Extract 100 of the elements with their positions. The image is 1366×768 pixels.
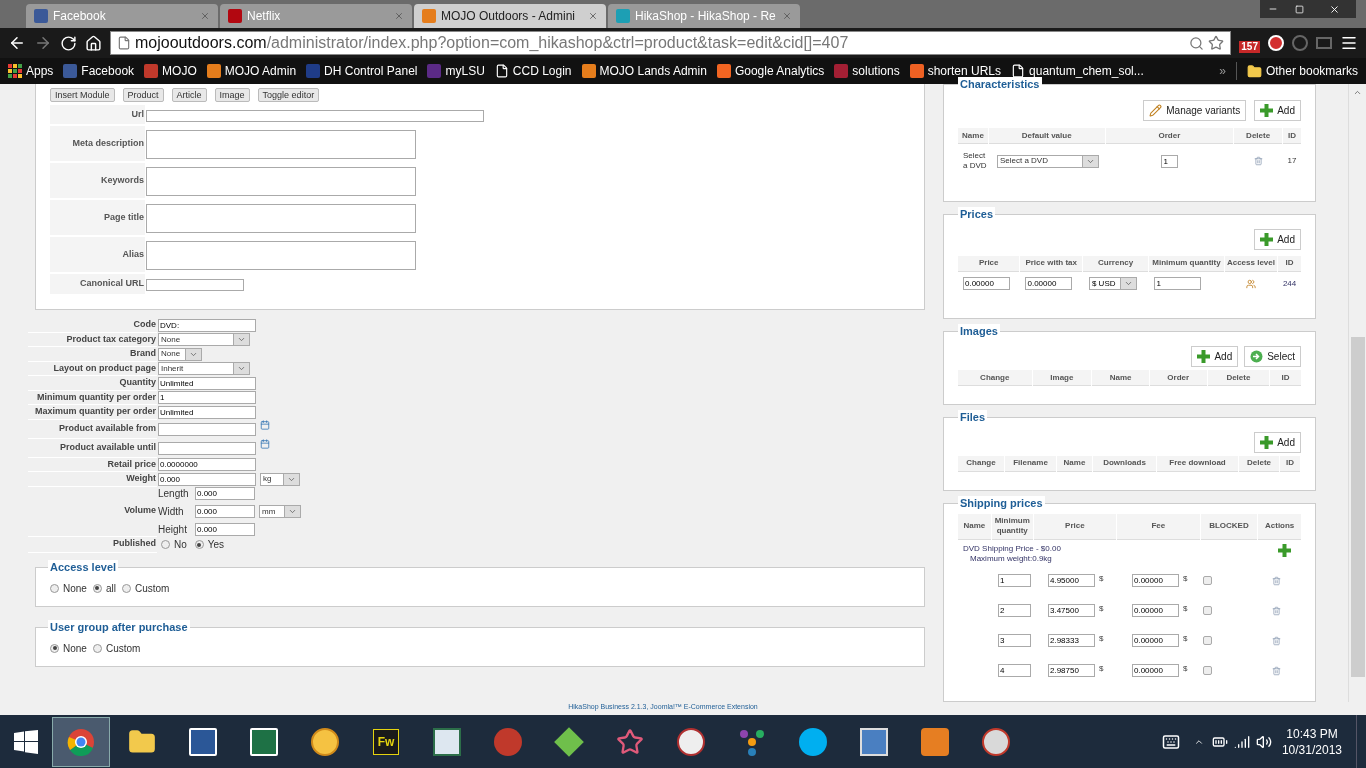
taskbar-button[interactable]: Fw — [357, 716, 415, 767]
home-icon[interactable] — [85, 34, 102, 52]
menu-icon[interactable] — [1340, 34, 1358, 52]
trash-icon[interactable] — [1272, 665, 1281, 676]
editor-button[interactable]: Toggle editor — [257, 88, 320, 102]
input-field[interactable] — [146, 109, 484, 122]
input-field[interactable] — [146, 279, 244, 291]
stop-icon[interactable] — [1268, 35, 1284, 51]
input-field[interactable]: 4 — [998, 664, 1031, 678]
bookmark[interactable]: CCD Login — [494, 62, 572, 80]
panel-button[interactable]: Select — [1244, 346, 1301, 368]
input-field[interactable] — [158, 422, 256, 436]
input-field[interactable]: 1 — [1154, 277, 1202, 291]
dropdown[interactable]: None — [158, 347, 202, 361]
calendar-icon[interactable] — [260, 419, 270, 430]
input-field[interactable]: 0.00000 — [1132, 664, 1179, 678]
scrollbar-thumb[interactable] — [1350, 337, 1365, 677]
bookmark[interactable]: solutions — [834, 62, 900, 80]
bookmark[interactable]: MOJO — [144, 62, 197, 80]
bookmark[interactable]: shorten URLs — [909, 62, 1002, 80]
input-field[interactable]: 0.00000 — [1132, 604, 1179, 618]
bookmark[interactable]: quantum_chem_sol... — [1011, 62, 1144, 80]
clock[interactable]: 10:43 PM 10/31/2013 — [1281, 725, 1342, 758]
input-field[interactable]: 2 — [998, 604, 1031, 618]
input-field[interactable]: 3.47500 — [1048, 604, 1095, 618]
blocked-checkbox[interactable] — [1203, 606, 1212, 616]
editor-button[interactable]: Product — [122, 88, 164, 102]
signal-icon[interactable] — [1233, 733, 1250, 750]
input-field[interactable] — [146, 130, 416, 159]
overflow-chevron[interactable]: » — [1219, 62, 1226, 80]
input-field[interactable]: Unlimited — [158, 376, 256, 390]
input-field[interactable]: 0.00000 — [1025, 277, 1073, 291]
input-field[interactable] — [146, 204, 416, 233]
input-field[interactable]: 0.000 — [195, 487, 255, 500]
scroll-up-icon[interactable] — [1353, 88, 1362, 97]
input-field[interactable]: 0.0000000 — [158, 458, 256, 472]
dropdown[interactable]: Inherit — [158, 362, 250, 376]
reload-icon[interactable] — [60, 34, 77, 52]
dropdown[interactable]: kg — [260, 472, 300, 486]
trash-icon[interactable] — [1272, 575, 1281, 586]
radio-button[interactable] — [161, 540, 170, 549]
users-icon[interactable] — [1246, 278, 1257, 289]
dropdown[interactable]: Select a DVD — [996, 154, 1099, 168]
bookmark-star-icon[interactable] — [1208, 35, 1225, 51]
input-field[interactable]: 0.00000 — [963, 277, 1010, 291]
editor-button[interactable]: Article — [171, 88, 207, 102]
volume-icon[interactable] — [1255, 733, 1272, 750]
input-field[interactable]: 1 — [1161, 154, 1179, 168]
bookmark[interactable]: Google Analytics — [716, 62, 825, 80]
close-icon[interactable] — [588, 11, 598, 21]
address-bar[interactable]: mojooutdoors.com/administrator/index.php?option=com_hikashop&ctrl=product&task=edit&cid[]=407 — [110, 31, 1232, 55]
bookmark[interactable]: Facebook — [63, 62, 135, 80]
close-icon[interactable] — [200, 11, 210, 21]
trash-icon[interactable] — [1272, 635, 1281, 646]
blocked-checkbox[interactable] — [1203, 636, 1212, 646]
input-field[interactable]: 1 — [158, 391, 256, 405]
bookmark[interactable]: MOJO Lands Admin — [581, 62, 707, 80]
bookmark[interactable]: MOJO Admin — [206, 62, 297, 80]
minimize-button[interactable] — [1260, 0, 1286, 18]
panel-button[interactable]: Add — [1254, 100, 1301, 121]
input-field[interactable] — [146, 167, 416, 196]
panel-button[interactable]: Add — [1254, 228, 1301, 250]
zoom-icon[interactable] — [1189, 35, 1205, 51]
back-icon[interactable] — [8, 34, 26, 52]
dropdown[interactable]: None — [158, 333, 250, 347]
radio-button[interactable] — [121, 583, 131, 593]
radio-button[interactable] — [92, 583, 102, 593]
input-field[interactable] — [158, 441, 256, 455]
editor-button[interactable]: Insert Module — [50, 88, 115, 102]
blocked-checkbox[interactable] — [1203, 576, 1212, 586]
input-field[interactable]: 3 — [998, 634, 1031, 648]
radio-button[interactable] — [50, 583, 59, 593]
input-field[interactable]: 4.95000 — [1048, 574, 1095, 588]
input-field[interactable]: 2.98750 — [1048, 664, 1095, 678]
input-field[interactable]: 0.000 — [158, 472, 256, 486]
bookmark[interactable]: DH Control Panel — [306, 62, 418, 80]
input-field[interactable]: 1 — [998, 574, 1031, 588]
input-field[interactable]: 0.000 — [195, 523, 255, 536]
input-field[interactable] — [146, 241, 416, 270]
panel-button[interactable]: Add — [1191, 346, 1239, 368]
input-field[interactable]: 2.98333 — [1048, 634, 1095, 648]
dropdown[interactable]: mm — [259, 505, 301, 518]
radio-button[interactable] — [50, 643, 59, 653]
blocked-checkbox[interactable] — [1203, 666, 1212, 676]
editor-button[interactable]: Image — [214, 88, 250, 102]
panel-button[interactable]: Add — [1254, 431, 1301, 453]
browser-tab[interactable]: MOJO Outdoors - Admini — [414, 4, 606, 28]
radio-button[interactable] — [194, 540, 204, 549]
forward-icon[interactable] — [34, 34, 52, 52]
cast-icon[interactable] — [1316, 37, 1332, 49]
radio-button[interactable] — [92, 643, 102, 653]
trash-icon[interactable] — [1254, 156, 1264, 166]
bookmark[interactable]: Apps — [8, 62, 54, 80]
input-field[interactable]: Unlimited — [158, 405, 256, 419]
input-field[interactable]: 0.00000 — [1132, 574, 1179, 588]
input-field[interactable]: 0.00000 — [1132, 634, 1179, 648]
dropdown[interactable]: $ USD — [1088, 277, 1137, 291]
input-field[interactable]: 0.000 — [195, 505, 255, 518]
bookmark[interactable]: myLSU — [427, 62, 485, 80]
trash-icon[interactable] — [1272, 605, 1281, 616]
